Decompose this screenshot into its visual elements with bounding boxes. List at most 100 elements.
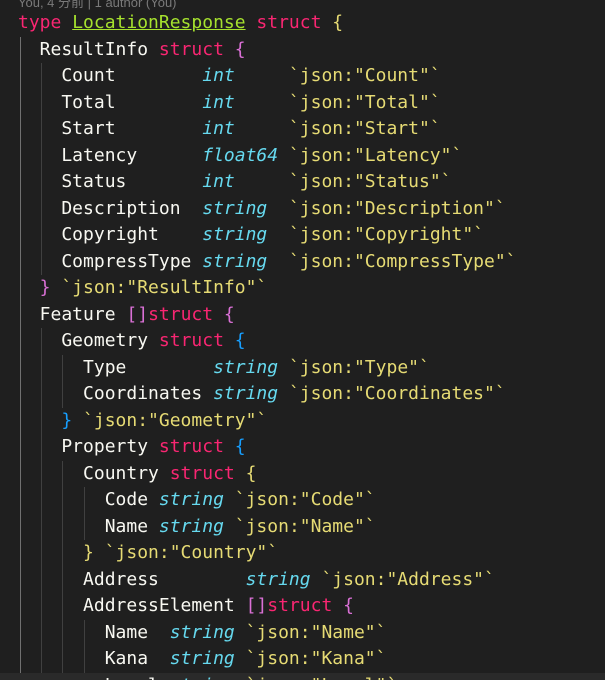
code-token: string [202,224,268,245]
code-token: { [234,330,246,351]
code-token: Name [18,515,159,537]
code-line[interactable]: Copyright string `json:"Copyright"` [0,222,605,248]
code-token: { [245,462,257,484]
code-token: Count [18,65,203,86]
code-line[interactable]: Feature []struct { [0,302,605,328]
code-token: ResultInfo [18,38,159,60]
code-token: type [18,12,73,33]
code-token: `json:"Code"` [223,489,376,510]
code-token: Name [18,621,170,643]
code-line[interactable]: Status int `json:"Status"` [0,169,605,195]
code-token: struct [245,12,333,33]
code-line[interactable]: Count int `json:"Count"` [0,63,605,89]
code-token: `json:"Total"` [234,91,441,113]
code-token: Type [18,356,214,378]
code-token: Level [18,675,170,680]
code-line[interactable]: Total int `json:"Total"` [0,90,605,116]
code-token: `json:"CompressType"` [267,250,517,272]
code-token: string [245,568,311,590]
code-line[interactable]: } `json:"ResultInfo"` [0,275,605,301]
code-token: string [169,621,235,643]
code-token: Start [18,118,203,139]
code-token: Country [18,462,170,484]
code-token: Code [18,489,159,510]
code-line[interactable]: Property struct { [0,434,605,460]
code-line[interactable]: Description string `json:"Description"` [0,196,605,222]
code-editor[interactable]: You, 4 分前 | 1 author (You) type Location… [0,0,605,680]
code-token: string [169,648,235,669]
code-token: string [202,197,268,219]
code-line[interactable]: AddressElement []struct { [0,593,605,619]
code-token: `json:"Address"` [310,568,495,590]
code-token: string [213,356,279,378]
code-token: { [234,436,246,457]
code-token: int [202,91,235,113]
code-token: `json:"Level"` [235,675,398,680]
code-token: Coordinates [18,383,214,404]
code-token: `json:"Kana"` [234,648,387,669]
code-token: `json:"Status"` [234,171,452,192]
code-line[interactable]: Coordinates string `json:"Coordinates"` [0,381,605,407]
code-line[interactable]: Start int `json:"Start"` [0,116,605,142]
code-token: `json:"ResultInfo"` [50,277,268,298]
code-token: int [202,118,235,139]
code-line[interactable]: ResultInfo struct { [0,37,605,63]
code-token: `json:"Country"` [93,542,279,563]
code-line[interactable]: Address string `json:"Address"` [0,567,605,593]
code-token: } [18,277,51,298]
code-token: { [223,303,235,325]
code-token: string [170,675,235,680]
code-token: { [332,12,344,33]
code-token: Total [18,91,203,113]
code-token: `json:"Latency"` [278,144,463,166]
code-token: [] [245,595,268,616]
code-token: Address [18,568,246,590]
code-token: `json:"Name"` [223,515,376,537]
code-token: CompressType [18,250,203,272]
code-token: LocationResponse [72,12,246,33]
code-line[interactable]: Latency float64 `json:"Latency"` [0,143,605,169]
code-line[interactable]: Kana string `json:"Kana"` [0,646,605,672]
code-token: `json:"Description"` [267,197,506,219]
code-token: `json:"Coordinates"` [278,383,506,404]
code-token: AddressElement [18,595,246,616]
code-token: } [18,409,73,431]
code-token: float64 [202,144,279,166]
code-line[interactable]: Name string `json:"Name"` [0,514,605,540]
code-token: Geometry [18,330,159,351]
code-token: Description [18,197,203,219]
code-token: string [158,489,224,510]
code-token: `json:"Type"` [278,356,430,378]
code-line[interactable]: CompressType string `json:"CompressType"… [0,249,605,275]
code-token: struct [169,462,246,484]
code-token: struct [267,595,344,616]
code-line[interactable]: Geometry struct { [0,328,605,354]
code-token: `json:"Geometry"` [72,409,268,431]
code-token: struct [158,330,235,351]
code-token: } [18,542,94,563]
code-token: struct [148,303,224,325]
code-line[interactable]: Level string `json:"Level"` [0,672,605,680]
code-token: Status [18,171,203,192]
code-token: int [202,65,235,86]
code-line[interactable]: Code string `json:"Code"` [0,487,605,513]
code-line[interactable]: } `json:"Country"` [0,540,605,566]
code-line[interactable]: } `json:"Geometry"` [0,408,605,434]
code-token: `json:"Copyright"` [267,224,485,245]
code-line[interactable]: Country struct { [0,461,605,487]
code-token: Latency [18,144,203,166]
code-token: string [213,383,279,404]
code-token: Property [18,436,159,457]
code-token: string [202,250,268,272]
code-token: { [343,595,354,616]
code-token: `json:"Name"` [234,621,387,643]
code-token: { [234,38,246,60]
code-token: struct [158,436,235,457]
code-line[interactable]: Type string `json:"Type"` [0,355,605,381]
code-line[interactable]: type LocationResponse struct { [0,10,605,36]
code-token: struct [158,38,235,60]
code-token: `json:"Start"` [234,118,441,139]
code-token: string [158,515,224,537]
code-line[interactable]: Name string `json:"Name"` [0,620,605,646]
code-token: int [202,171,235,192]
